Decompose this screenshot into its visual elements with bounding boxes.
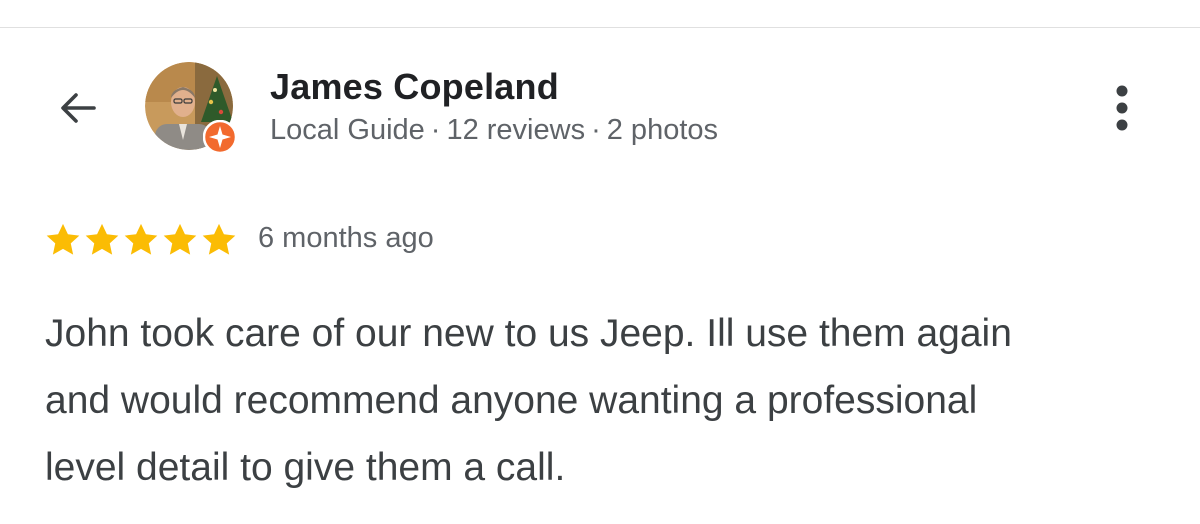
more-vertical-icon bbox=[1116, 85, 1128, 131]
avatar[interactable] bbox=[145, 62, 237, 154]
star-rating bbox=[44, 221, 238, 259]
back-button[interactable] bbox=[50, 80, 106, 136]
local-guide-badge-icon bbox=[203, 120, 237, 154]
meta-separator: · bbox=[591, 114, 601, 146]
review-time: 6 months ago bbox=[258, 222, 434, 254]
meta-separator: · bbox=[430, 114, 441, 146]
reviewer-name[interactable]: James Copeland bbox=[270, 66, 559, 108]
star-icon bbox=[163, 223, 197, 255]
photo-count: 2 photos bbox=[606, 114, 719, 146]
local-guide-label: Local Guide bbox=[270, 114, 425, 146]
review-count: 12 reviews bbox=[446, 114, 586, 146]
star-icon bbox=[202, 223, 236, 255]
reviewer-meta: Local Guide · 12 reviews · 2 photos bbox=[270, 114, 718, 147]
top-divider bbox=[0, 27, 1200, 28]
star-icon bbox=[124, 223, 158, 255]
star-icon bbox=[46, 223, 80, 255]
more-options-button[interactable] bbox=[1100, 78, 1144, 138]
review-text: John took care of our new to us Jeep. Il… bbox=[45, 312, 1012, 489]
arrow-left-icon bbox=[61, 93, 96, 123]
star-icon bbox=[85, 223, 119, 255]
